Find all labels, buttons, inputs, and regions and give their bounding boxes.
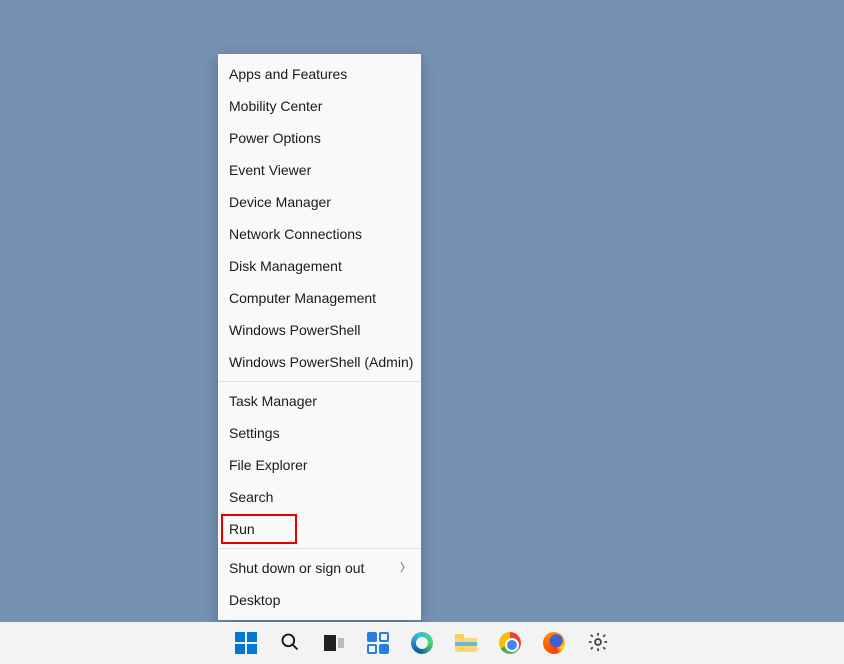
menu-item-shutdown[interactable]: Shut down or sign out 〉: [218, 552, 421, 584]
chrome-icon: [499, 632, 521, 654]
menu-item-mobility-center[interactable]: Mobility Center: [218, 90, 421, 122]
menu-item-settings[interactable]: Settings: [218, 417, 421, 449]
menu-item-run[interactable]: Run: [218, 513, 421, 545]
menu-item-file-explorer[interactable]: File Explorer: [218, 449, 421, 481]
firefox-button[interactable]: [539, 628, 569, 658]
chevron-right-icon: 〉: [400, 552, 411, 584]
settings-button[interactable]: [583, 628, 613, 658]
menu-separator: [218, 381, 421, 382]
menu-label: Event Viewer: [229, 162, 311, 178]
edge-button[interactable]: [407, 628, 437, 658]
menu-item-apps-features[interactable]: Apps and Features: [218, 58, 421, 90]
menu-item-power-options[interactable]: Power Options: [218, 122, 421, 154]
menu-item-desktop[interactable]: Desktop: [218, 584, 421, 616]
menu-label: Desktop: [229, 592, 280, 608]
file-explorer-button[interactable]: [451, 628, 481, 658]
chrome-button[interactable]: [495, 628, 525, 658]
menu-label: Windows PowerShell (Admin): [229, 354, 413, 370]
start-button[interactable]: [231, 628, 261, 658]
menu-label: Settings: [229, 425, 280, 441]
menu-label: Run: [229, 521, 255, 537]
task-view-icon: [324, 635, 344, 651]
menu-item-search[interactable]: Search: [218, 481, 421, 513]
menu-label: Shut down or sign out: [229, 560, 364, 576]
taskbar: [0, 622, 844, 664]
menu-label: Mobility Center: [229, 98, 322, 114]
menu-label: Network Connections: [229, 226, 362, 242]
menu-item-network-connections[interactable]: Network Connections: [218, 218, 421, 250]
menu-item-event-viewer[interactable]: Event Viewer: [218, 154, 421, 186]
menu-label: Apps and Features: [229, 66, 347, 82]
gear-icon: [587, 631, 609, 656]
search-button[interactable]: [275, 628, 305, 658]
menu-separator: [218, 548, 421, 549]
menu-label: Search: [229, 489, 273, 505]
menu-item-device-manager[interactable]: Device Manager: [218, 186, 421, 218]
start-context-menu: Apps and Features Mobility Center Power …: [218, 54, 421, 620]
search-icon: [280, 632, 300, 655]
file-explorer-icon: [455, 634, 477, 652]
menu-label: Disk Management: [229, 258, 342, 274]
menu-label: Task Manager: [229, 393, 317, 409]
menu-label: Device Manager: [229, 194, 331, 210]
menu-label: Windows PowerShell: [229, 322, 361, 338]
menu-label: File Explorer: [229, 457, 308, 473]
menu-item-disk-management[interactable]: Disk Management: [218, 250, 421, 282]
widgets-button[interactable]: [363, 628, 393, 658]
widgets-icon: [367, 632, 389, 654]
edge-icon: [411, 632, 433, 654]
menu-item-task-manager[interactable]: Task Manager: [218, 385, 421, 417]
task-view-button[interactable]: [319, 628, 349, 658]
start-icon: [235, 632, 257, 654]
menu-item-computer-management[interactable]: Computer Management: [218, 282, 421, 314]
menu-item-powershell-admin[interactable]: Windows PowerShell (Admin): [218, 346, 421, 378]
menu-item-powershell[interactable]: Windows PowerShell: [218, 314, 421, 346]
menu-label: Computer Management: [229, 290, 376, 306]
firefox-icon: [543, 632, 565, 654]
menu-label: Power Options: [229, 130, 321, 146]
